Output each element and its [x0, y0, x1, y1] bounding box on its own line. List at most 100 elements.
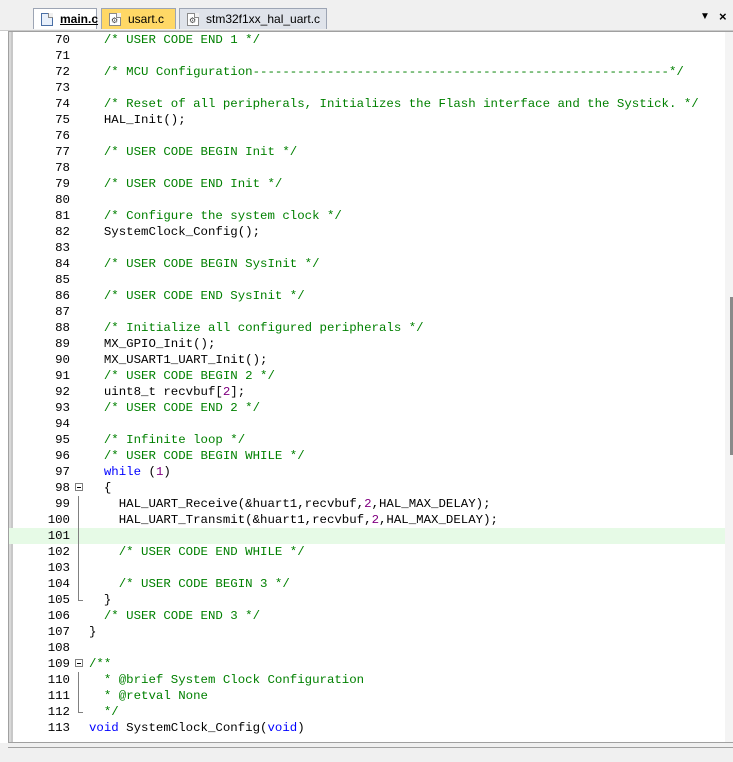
code-text: /* USER CODE END 3 */ [89, 609, 261, 623]
code-line[interactable]: 99 HAL_UART_Receive(&huart1,recvbuf,2,HA… [9, 496, 725, 512]
fold-gutter [75, 448, 85, 464]
code-line[interactable]: 89 MX_GPIO_Init(); [9, 336, 725, 352]
code-line[interactable]: 75 HAL_Init(); [9, 112, 725, 128]
fold-gutter [75, 112, 85, 128]
fold-gutter [75, 208, 85, 224]
line-number: 106 [47, 609, 70, 623]
fold-gutter [75, 640, 85, 656]
code-line[interactable]: 110 * @brief System Clock Configuration [9, 672, 725, 688]
code-line[interactable]: 93 /* USER CODE END 2 */ [9, 400, 725, 416]
tab-bar: main.c ⚙ usart.c ⚙ stm32f1xx_hal_uart.c … [0, 0, 733, 31]
code-line[interactable]: 109 /** [9, 656, 725, 672]
line-number: 71 [55, 49, 70, 63]
close-tab-icon[interactable]: × [719, 10, 727, 24]
line-number: 73 [55, 81, 70, 95]
code-line[interactable]: 81 /* Configure the system clock */ [9, 208, 725, 224]
c-file-icon [41, 13, 53, 26]
code-line[interactable]: 92 uint8_t recvbuf[2]; [9, 384, 725, 400]
code-line[interactable]: 79 /* USER CODE END Init */ [9, 176, 725, 192]
code-line[interactable]: 82 SystemClock_Config(); [9, 224, 725, 240]
code-line[interactable]: 100 HAL_UART_Transmit(&huart1,recvbuf,2,… [9, 512, 725, 528]
fold-gutter [75, 128, 85, 144]
line-number: 113 [47, 721, 70, 735]
fold-gutter [75, 544, 85, 560]
tab-usart-c[interactable]: ⚙ usart.c [101, 8, 176, 29]
code-text: /* USER CODE BEGIN 2 */ [89, 369, 275, 383]
code-line[interactable]: 102 /* USER CODE END WHILE */ [9, 544, 725, 560]
line-number: 81 [55, 209, 70, 223]
fold-gutter [75, 288, 85, 304]
fold-gutter [75, 224, 85, 240]
code-line[interactable]: 111 * @retval None [9, 688, 725, 704]
code-line[interactable]: 85 [9, 272, 725, 288]
line-number: 102 [47, 545, 70, 559]
line-number: 78 [55, 161, 70, 175]
code-text: /* USER CODE END 2 */ [89, 401, 261, 415]
code-line[interactable]: 88 /* Initialize all configured peripher… [9, 320, 725, 336]
fold-gutter [75, 512, 85, 528]
code-line[interactable]: 74 /* Reset of all peripherals, Initiali… [9, 96, 725, 112]
tab-list-dropdown-icon[interactable]: ▼ [700, 10, 710, 24]
code-text: while (1) [103, 465, 171, 479]
code-line[interactable]: 84 /* USER CODE BEGIN SysInit */ [9, 256, 725, 272]
code-line[interactable]: 71 [9, 48, 725, 64]
code-line[interactable]: 96 /* USER CODE BEGIN WHILE */ [9, 448, 725, 464]
code-line[interactable]: 87 [9, 304, 725, 320]
code-line[interactable]: 80 [9, 192, 725, 208]
code-text: /* USER CODE BEGIN Init */ [89, 145, 298, 159]
code-line[interactable]: 107} [9, 624, 725, 640]
code-line[interactable]: 105 } [9, 592, 725, 608]
line-number: 112 [47, 705, 70, 719]
code-text: MX_GPIO_Init(); [89, 337, 216, 351]
line-number: 85 [55, 273, 70, 287]
code-line[interactable]: 78 [9, 160, 725, 176]
fold-gutter [75, 320, 85, 336]
editor-bottom-border [8, 747, 733, 748]
line-number: 88 [55, 321, 70, 335]
fold-collapse-icon[interactable] [75, 480, 85, 496]
code-editor[interactable]: 70 /* USER CODE END 1 */71 72 /* MCU Conf… [8, 31, 733, 743]
fold-gutter [75, 160, 85, 176]
code-line[interactable]: 86 /* USER CODE END SysInit */ [9, 288, 725, 304]
code-line[interactable]: 103 [9, 560, 725, 576]
code-line[interactable]: 77 /* USER CODE BEGIN Init */ [9, 144, 725, 160]
code-line[interactable]: 108 [9, 640, 725, 656]
code-line[interactable]: 72 /* MCU Configuration-----------------… [9, 64, 725, 80]
code-line[interactable]: 95 /* Infinite loop */ [9, 432, 725, 448]
fold-gutter [75, 368, 85, 384]
code-line[interactable]: 91 /* USER CODE BEGIN 2 */ [9, 368, 725, 384]
code-line[interactable]: 73 [9, 80, 725, 96]
code-text: uint8_t recvbuf[2]; [89, 385, 246, 399]
code-line[interactable]: 98 { [9, 480, 725, 496]
vertical-scrollbar[interactable] [725, 32, 733, 742]
fold-gutter [75, 720, 85, 736]
fold-collapse-icon[interactable] [75, 656, 85, 672]
code-line[interactable]: 76 [9, 128, 725, 144]
code-line[interactable]: 106 /* USER CODE END 3 */ [9, 608, 725, 624]
fold-gutter [75, 272, 85, 288]
tab-main-c[interactable]: main.c [33, 8, 98, 29]
line-number: 109 [47, 657, 70, 671]
code-text: SystemClock_Config(); [89, 225, 261, 239]
code-line[interactable]: 94 [9, 416, 725, 432]
fold-gutter [75, 592, 85, 608]
tab-stm32f1xx-hal-uart-c[interactable]: ⚙ stm32f1xx_hal_uart.c [179, 8, 327, 29]
code-line[interactable]: 90 MX_USART1_UART_Init(); [9, 352, 725, 368]
code-line[interactable]: 101 [9, 528, 725, 544]
code-text: /* Initialize all configured peripherals… [89, 321, 424, 335]
fold-gutter [75, 144, 85, 160]
code-line[interactable]: 104 /* USER CODE BEGIN 3 */ [9, 576, 725, 592]
fold-gutter [75, 496, 85, 512]
code-line[interactable]: 97 while (1) [9, 464, 725, 480]
horizontal-scrollbar-area[interactable] [0, 743, 733, 762]
fold-gutter [75, 80, 85, 96]
line-number: 94 [55, 417, 70, 431]
code-line[interactable]: 83 [9, 240, 725, 256]
code-line[interactable]: 70 /* USER CODE END 1 */ [9, 32, 725, 48]
code-line[interactable]: 112 */ [9, 704, 725, 720]
code-line[interactable]: 113 void SystemClock_Config(void) [9, 720, 725, 736]
line-number: 80 [55, 193, 70, 207]
line-number: 82 [55, 225, 70, 239]
fold-gutter [75, 400, 85, 416]
code-text: /* USER CODE BEGIN WHILE */ [89, 449, 305, 463]
